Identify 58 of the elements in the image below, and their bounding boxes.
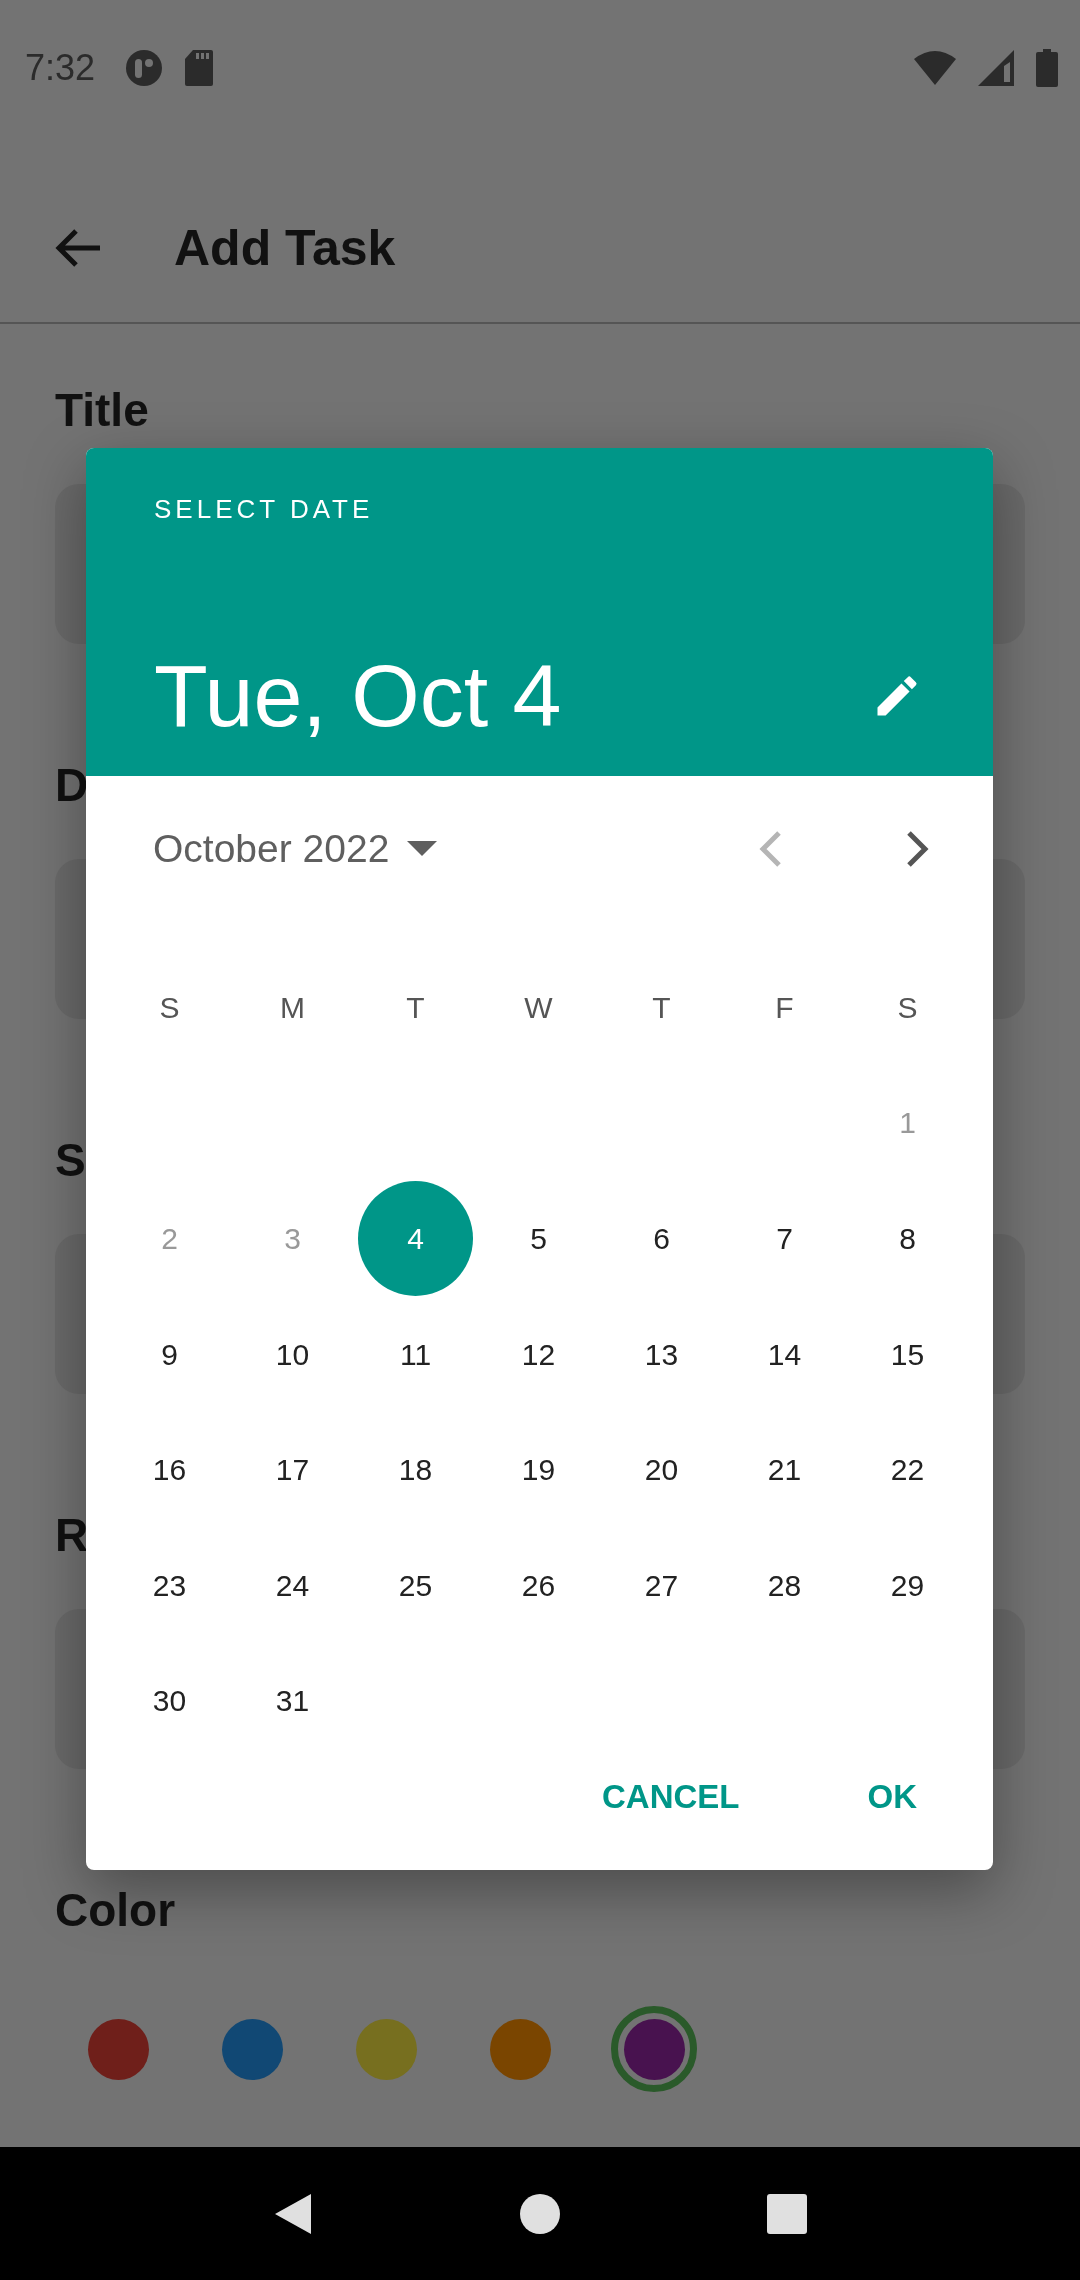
dialog-button[interactable]: CANCEL [578, 1762, 764, 1832]
calendar-day[interactable]: 16 [112, 1412, 227, 1528]
weekday-label: T [651, 989, 672, 1026]
status-time: 7:32 [25, 47, 96, 89]
calendar-day[interactable]: 4 [358, 1181, 473, 1297]
screen-title: Add Task [174, 219, 396, 277]
field-label: R [55, 1508, 89, 1563]
dialog-overline: SELECT DATE [154, 494, 375, 525]
signal-icon [978, 50, 1014, 86]
battery-icon [1036, 49, 1058, 87]
calendar-day[interactable]: 8 [850, 1181, 965, 1297]
weekday-label: F [774, 989, 795, 1026]
calendar-day[interactable]: 26 [481, 1528, 596, 1644]
home-icon[interactable] [520, 2193, 560, 2234]
back-icon[interactable] [273, 2191, 314, 2236]
weekday-label: M [279, 989, 306, 1026]
field-label: D [55, 758, 89, 813]
wifi-icon [914, 51, 956, 85]
field-label: Title [55, 383, 149, 438]
calendar-day[interactable]: 31 [235, 1643, 350, 1759]
calendar-day[interactable]: 15 [850, 1297, 965, 1413]
calendar-day[interactable]: 20 [604, 1412, 719, 1528]
calendar-day[interactable]: 10 [235, 1297, 350, 1413]
weekday-label: T [405, 989, 426, 1026]
dropdown-caret-icon[interactable] [407, 841, 438, 857]
calendar-day[interactable]: 14 [727, 1297, 842, 1413]
calendar-day[interactable]: 7 [727, 1181, 842, 1297]
calendar-day[interactable]: 17 [235, 1412, 350, 1528]
calendar-day[interactable]: 24 [235, 1528, 350, 1644]
calendar-day[interactable]: 12 [481, 1297, 596, 1413]
calendar-day[interactable]: 21 [727, 1412, 842, 1528]
calendar-day[interactable]: 30 [112, 1643, 227, 1759]
month-year-selector[interactable]: October 2022 [153, 827, 390, 871]
weekday-label: S [896, 989, 919, 1026]
calendar-day[interactable]: 5 [481, 1181, 596, 1297]
sd-card-icon [185, 50, 214, 86]
calendar-day[interactable]: 18 [358, 1412, 473, 1528]
color-swatch[interactable] [611, 2006, 697, 2092]
calendar-day[interactable]: 22 [850, 1412, 965, 1528]
calendar-day[interactable]: 29 [850, 1528, 965, 1644]
calendar-day[interactable]: 23 [112, 1528, 227, 1644]
weekday-label: W [523, 989, 554, 1026]
calendar-day[interactable]: 9 [112, 1297, 227, 1413]
field-label: S [55, 1133, 86, 1188]
calendar-day[interactable]: 27 [604, 1528, 719, 1644]
calendar-day[interactable]: 19 [481, 1412, 596, 1528]
calendar-day[interactable]: 25 [358, 1528, 473, 1644]
selected-date: Tue, Oct 4 [154, 645, 562, 747]
back-arrow-icon[interactable] [54, 228, 102, 268]
calendar-day[interactable]: 13 [604, 1297, 719, 1413]
recents-icon[interactable] [766, 2193, 807, 2234]
dialog-button[interactable]: OK [843, 1762, 941, 1832]
field-label: Color [55, 1883, 176, 1938]
calendar-day[interactable]: 11 [358, 1297, 473, 1413]
calendar-day[interactable]: 28 [727, 1528, 842, 1644]
weekday-label: S [158, 989, 181, 1026]
app-notification-icon [125, 49, 164, 87]
calendar-day[interactable]: 6 [604, 1181, 719, 1297]
